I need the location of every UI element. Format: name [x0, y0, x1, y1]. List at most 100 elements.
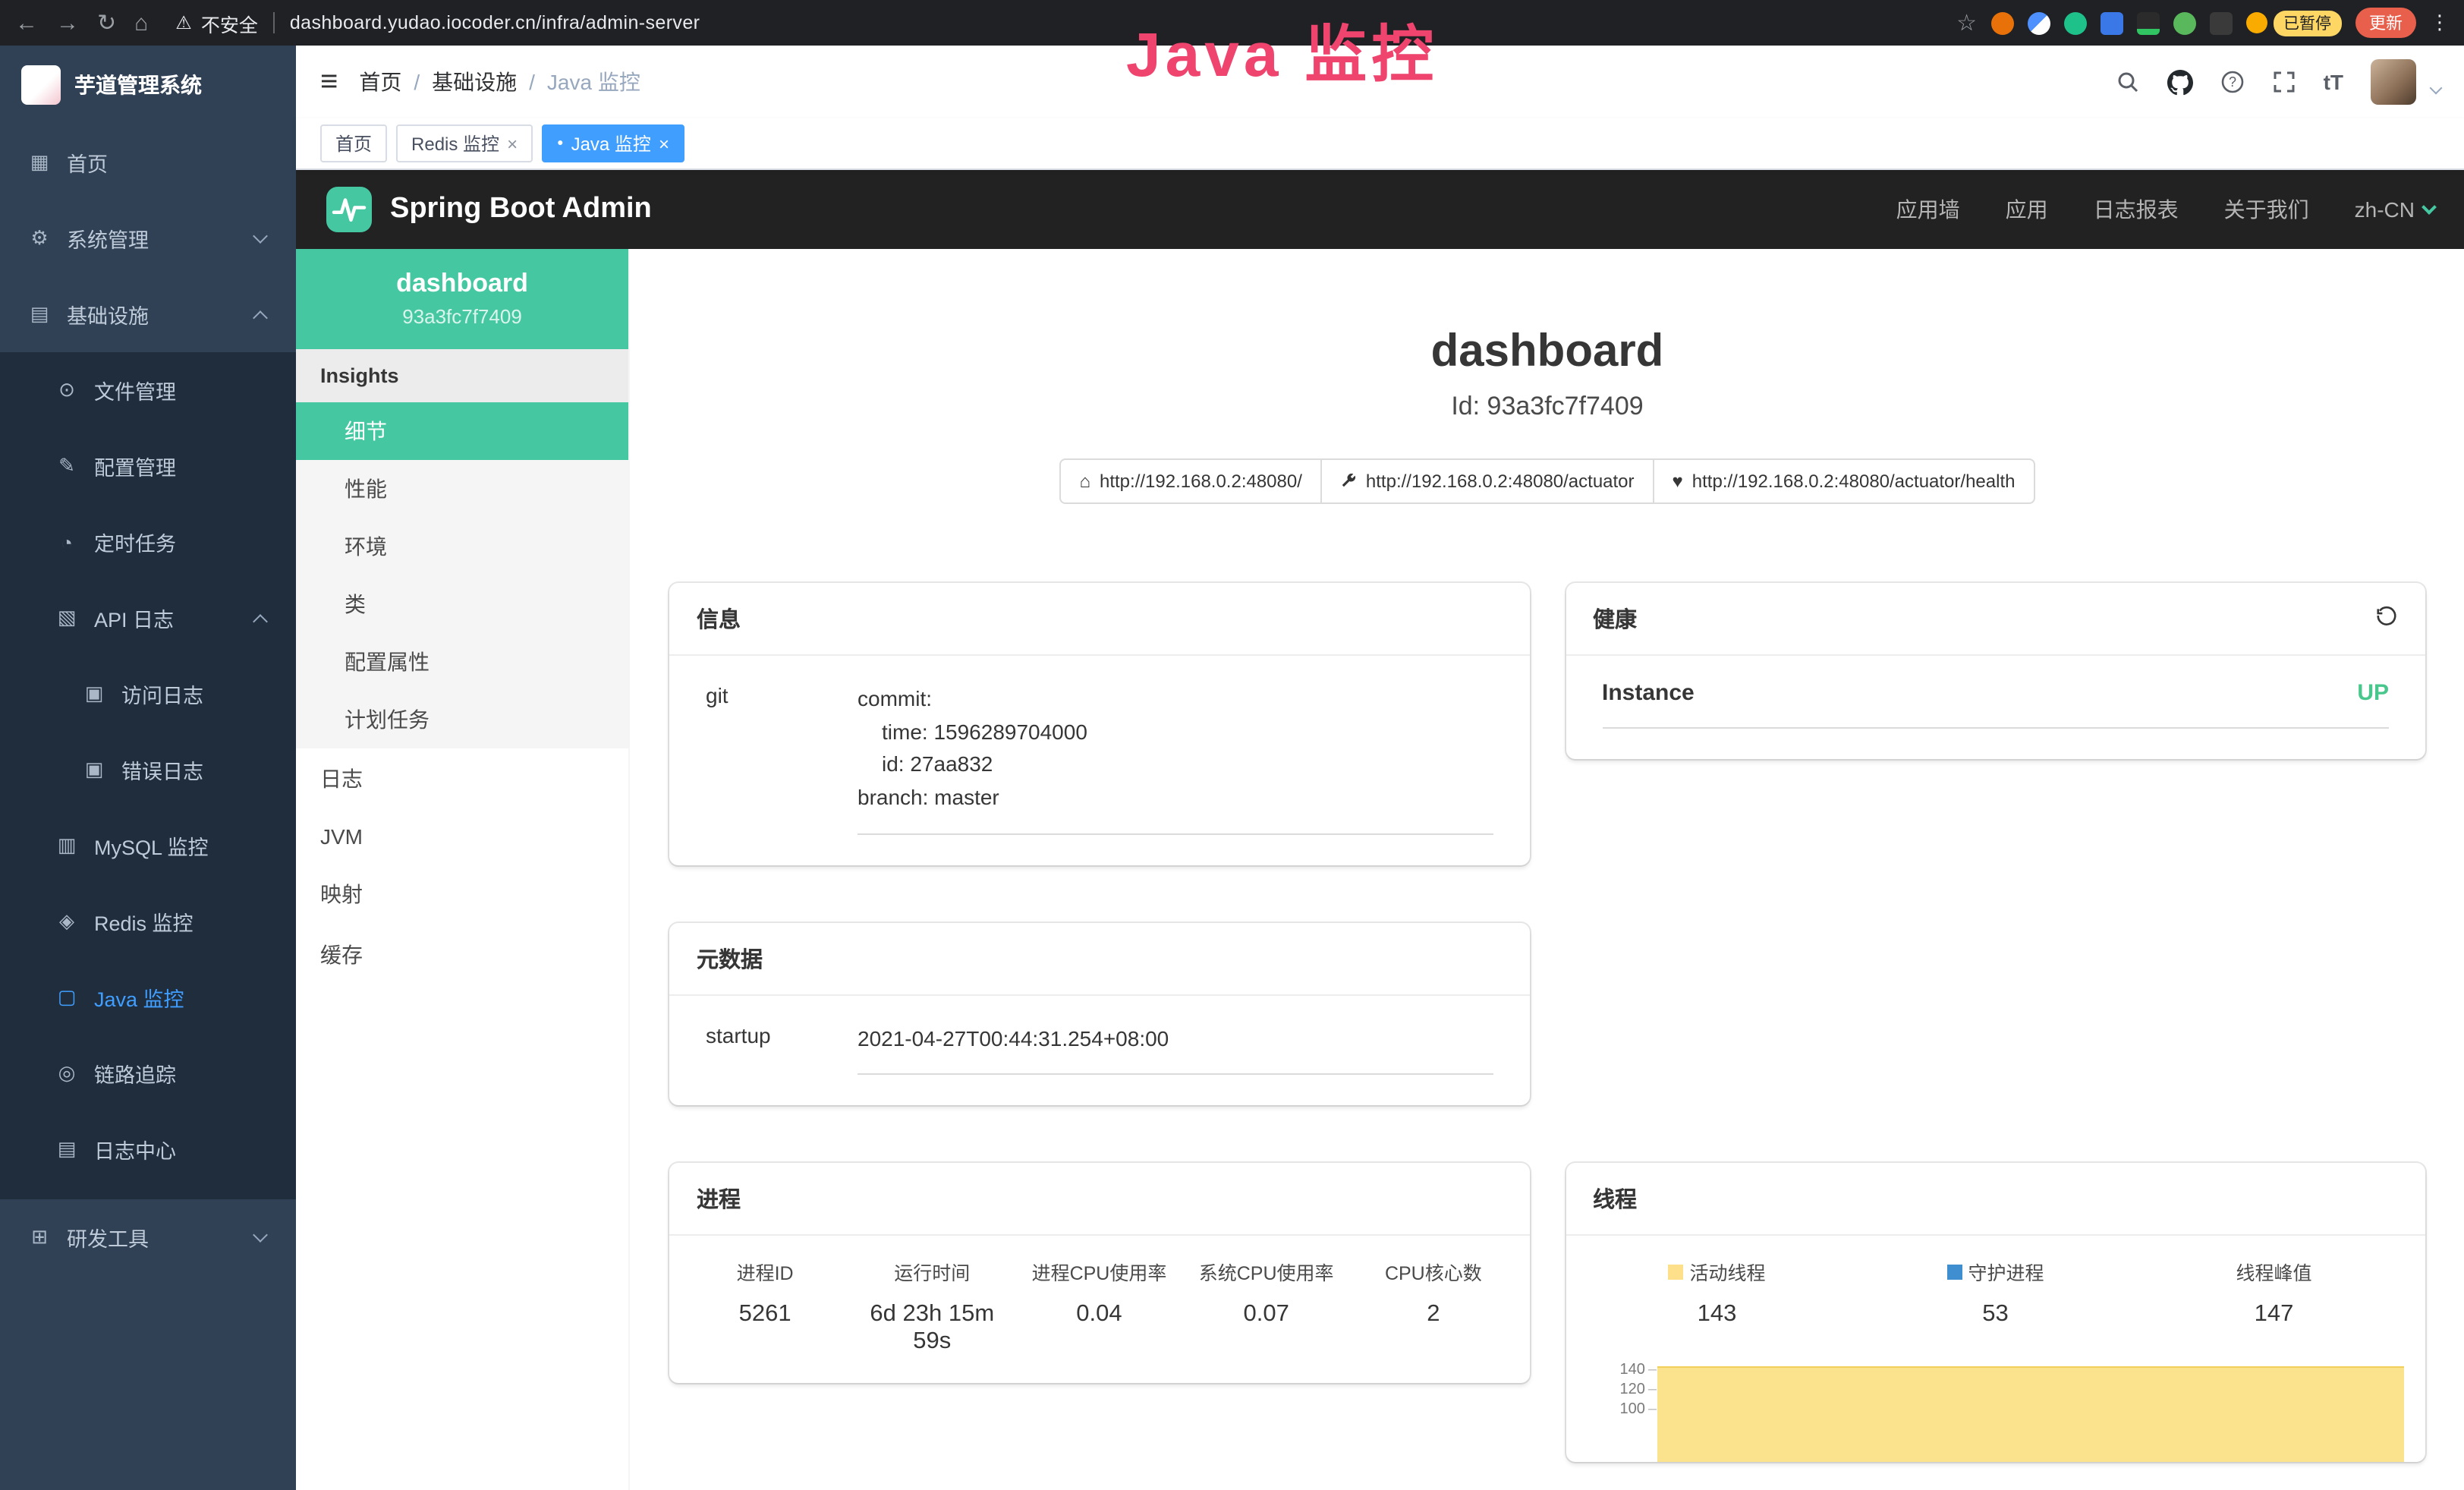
stat-live-threads: 活动线程 143: [1578, 1258, 1856, 1329]
actuator-url-button[interactable]: http://192.168.0.2:48080/actuator: [1320, 458, 1654, 504]
sba-item-jvm[interactable]: JVM: [296, 809, 628, 864]
sba-item-metrics[interactable]: 性能: [296, 460, 628, 518]
health-card: 健康 Instance UP: [1566, 583, 2425, 759]
log-center-icon: ▤: [55, 1137, 79, 1161]
chevron-up-icon: [253, 613, 268, 628]
font-size-icon[interactable]: tT: [2324, 70, 2343, 94]
sidebar-item-config-manage[interactable]: ✎ 配置管理: [0, 428, 296, 504]
sidebar-item-home[interactable]: ▦ 首页: [0, 124, 296, 200]
sba-app-header[interactable]: dashboard 93a3fc7f7409: [296, 249, 628, 349]
stat-value: 5261: [681, 1302, 848, 1329]
page-title: dashboard: [630, 325, 2464, 380]
sidebar-item-devtools[interactable]: ⊞ 研发工具: [0, 1199, 296, 1275]
sba-item-classes[interactable]: 类: [296, 575, 628, 633]
extension-icon[interactable]: [2173, 11, 2195, 34]
sba-item-configprops[interactable]: 配置属性: [296, 633, 628, 691]
sidebar-item-mysql-monitor[interactable]: ▥ MySQL 监控: [0, 808, 296, 884]
sidebar-item-file-manage[interactable]: ⊙ 文件管理: [0, 352, 296, 428]
sba-item-details[interactable]: 细节: [296, 402, 628, 460]
app-logo: [21, 65, 61, 105]
sidebar-item-label: Redis 监控: [94, 906, 269, 937]
sba-app-id: 93a3fc7f7409: [308, 305, 616, 328]
browser-menu-icon[interactable]: ⋮: [2430, 11, 2450, 35]
sidebar-item-java-monitor[interactable]: ▢ Java 监控: [0, 959, 296, 1035]
tag-redis-monitor[interactable]: Redis 监控 ×: [396, 124, 533, 162]
threads-card: 线程 活动线程 143: [1566, 1164, 2425, 1463]
tag-home[interactable]: 首页: [320, 124, 387, 162]
avatar[interactable]: [2371, 59, 2416, 105]
git-branch: branch: master: [858, 782, 1493, 814]
sidebar-item-error-log[interactable]: ▣ 错误日志: [0, 732, 296, 808]
address-bar[interactable]: ⚠ 不安全 dashboard.yudao.iocoder.cn/infra/a…: [175, 8, 700, 37]
metadata-card-title: 元数据: [669, 923, 1529, 996]
sba-nav-wallboard[interactable]: 应用墙: [1896, 194, 1960, 225]
extension-icon[interactable]: [2100, 11, 2123, 34]
stat-value: 6d 23h 15m 59s: [848, 1302, 1015, 1356]
gear-icon: ⚙: [27, 226, 52, 250]
sba-nav: 应用墙 应用 日志报表 关于我们 zh-CN: [1896, 194, 2434, 225]
sba-nav-journal[interactable]: 日志报表: [2094, 194, 2179, 225]
tag-label: 首页: [335, 131, 372, 156]
active-dot-icon: ●: [557, 138, 563, 149]
sidebar-item-trace[interactable]: ◎ 链路追踪: [0, 1035, 296, 1111]
sba-item-logs[interactable]: 日志: [296, 748, 628, 809]
sba-nav-about[interactable]: 关于我们: [2224, 194, 2309, 225]
sidebar-item-api-log[interactable]: ▧ API 日志: [0, 580, 296, 656]
sidebar-item-redis-monitor[interactable]: ◈ Redis 监控: [0, 884, 296, 959]
sba-brand-title[interactable]: Spring Boot Admin: [390, 193, 652, 226]
puzzle-extension-icon[interactable]: [2209, 11, 2232, 34]
sba-nav-applications[interactable]: 应用: [2006, 194, 2048, 225]
search-icon[interactable]: [2116, 70, 2140, 94]
stat-label: 守护进程: [1968, 1258, 2044, 1287]
extension-icon[interactable]: [2136, 11, 2159, 34]
tag-java-monitor[interactable]: ● Java 监控 ×: [542, 124, 684, 162]
metadata-value: 2021-04-27T00:44:31.254+08:00: [858, 1023, 1493, 1076]
sidebar-item-label: 首页: [67, 147, 269, 178]
sidebar-item-log-center[interactable]: ▤ 日志中心: [0, 1111, 296, 1187]
sidebar-item-access-log[interactable]: ▣ 访问日志: [0, 656, 296, 732]
close-icon[interactable]: ×: [659, 134, 669, 153]
bookmark-star-icon[interactable]: ☆: [1956, 11, 1977, 34]
fullscreen-icon[interactable]: [2272, 70, 2296, 94]
breadcrumb-infra[interactable]: 基础设施: [432, 67, 517, 97]
threads-card-title: 线程: [1566, 1164, 2425, 1236]
sidebar-item-infra[interactable]: ▤ 基础设施: [0, 276, 296, 352]
breadcrumb-home[interactable]: 首页: [359, 67, 401, 97]
instance-url-button[interactable]: ⌂ http://192.168.0.2:48080/: [1060, 458, 1322, 504]
wrench-icon: [1340, 471, 1357, 491]
extension-icon[interactable]: [2027, 11, 2050, 34]
browser-forward-icon[interactable]: →: [56, 11, 79, 34]
sba-item-scheduledtasks[interactable]: 计划任务: [296, 691, 628, 748]
svg-text:?: ?: [2229, 74, 2236, 90]
sba-item-caches[interactable]: 缓存: [296, 925, 628, 985]
hamburger-icon[interactable]: ≡: [320, 67, 338, 97]
chrome-update-button[interactable]: 更新: [2355, 8, 2416, 38]
close-icon[interactable]: ×: [507, 134, 518, 153]
health-url-button[interactable]: ♥ http://192.168.0.2:48080/actuator/heal…: [1653, 458, 2035, 504]
process-stats: 进程ID 5261 运行时间 6d 23h 15m 59s 进程CPU使用率 0…: [669, 1236, 1529, 1384]
help-icon[interactable]: ?: [2220, 70, 2245, 94]
browser-reload-icon[interactable]: ↻: [97, 11, 116, 34]
app-logo-row[interactable]: 芋道管理系统: [0, 46, 296, 124]
browser-back-icon[interactable]: ←: [15, 11, 38, 34]
java-monitor-icon: ▢: [55, 985, 79, 1010]
extension-icon[interactable]: [1990, 11, 2013, 34]
stat-label: CPU核心数: [1385, 1258, 1482, 1287]
github-icon[interactable]: [2167, 69, 2193, 95]
tools-icon: ⊞: [27, 1225, 52, 1249]
screen: ← → ↻ ⌂ ⚠ 不安全 dashboard.yudao.iocoder.cn…: [0, 0, 2464, 1490]
extension-icon[interactable]: [2063, 11, 2086, 34]
stat-daemon-threads: 守护进程 53: [1856, 1258, 2135, 1329]
sba-item-environment[interactable]: 环境: [296, 518, 628, 575]
profile-paused-badge[interactable]: 已暂停: [2245, 10, 2342, 36]
sba-language-select[interactable]: zh-CN: [2355, 197, 2434, 222]
git-commit-id: id: 27aa832: [858, 749, 1493, 782]
browser-home-icon[interactable]: ⌂: [134, 11, 148, 34]
sidebar-item-scheduled-jobs[interactable]: ◔ 定时任务: [0, 504, 296, 580]
sba-item-mappings[interactable]: 映射: [296, 864, 628, 925]
url-text[interactable]: dashboard.yudao.iocoder.cn/infra/admin-s…: [290, 12, 700, 33]
edit-icon: ✎: [55, 454, 79, 478]
sidebar-item-system[interactable]: ⚙ 系统管理: [0, 200, 296, 276]
history-icon[interactable]: [2375, 604, 2398, 633]
legend-swatch-blue: [1946, 1265, 1962, 1280]
